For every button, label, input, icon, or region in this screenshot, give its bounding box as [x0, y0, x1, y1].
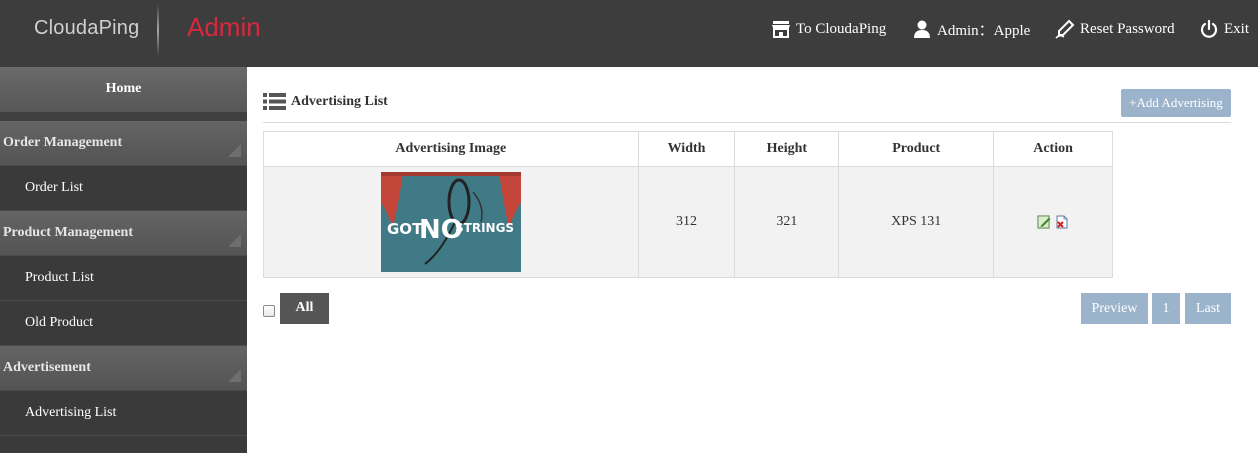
table-header-row: Advertising Image Width Height Product A… — [263, 131, 1113, 167]
ad-image-cell: GOT NO STRINGS — [263, 166, 639, 278]
column-header-width: Width — [637, 131, 736, 167]
nav-admin-user[interactable]: Admin：Apple — [912, 17, 1030, 41]
nav-label: To CloudaPing — [796, 20, 887, 37]
store-icon — [771, 19, 791, 39]
user-icon — [912, 19, 932, 39]
sidebar-item-order-list[interactable]: Order List — [0, 166, 247, 211]
width-cell: 312 — [637, 166, 736, 278]
page-title: Advertising List — [291, 94, 388, 109]
title-divider — [263, 122, 1231, 123]
main-content: Advertising List +Add Advertising Advert… — [247, 67, 1258, 453]
pagination-last-button[interactable]: Last — [1185, 293, 1231, 324]
sidebar-divider — [0, 112, 247, 121]
ad-text-got: GOT — [387, 220, 423, 238]
sidebar-section-label: Advertisement — [3, 360, 91, 375]
table-row: GOT NO STRINGS 312 321 XPS 131 — [263, 166, 1113, 278]
nav-exit[interactable]: Exit — [1199, 17, 1249, 41]
brand-logo[interactable]: CloudaPing — [34, 14, 139, 42]
ad-text-strings: STRINGS — [455, 221, 514, 235]
advertising-table: Advertising Image Width Height Product A… — [263, 131, 1113, 278]
select-all-checkbox[interactable] — [263, 305, 275, 317]
nav-label: Exit — [1224, 20, 1249, 37]
column-header-image: Advertising Image — [263, 131, 639, 167]
sidebar-section-label: Product Management — [3, 225, 133, 240]
delete-icon[interactable] — [1055, 215, 1069, 229]
sidebar: Home Order Management Order List Product… — [0, 67, 247, 453]
select-all-button[interactable]: All — [280, 293, 329, 324]
height-cell: 321 — [734, 166, 840, 278]
sidebar-home[interactable]: Home — [0, 67, 247, 112]
pen-icon — [1055, 19, 1075, 39]
column-header-product: Product — [838, 131, 995, 167]
add-advertising-button[interactable]: +Add Advertising — [1121, 89, 1231, 117]
sidebar-item-advertising-list[interactable]: Advertising List — [0, 391, 247, 436]
sidebar-section-advertisement[interactable]: Advertisement — [0, 346, 247, 391]
corner-triangle-icon — [228, 144, 241, 157]
sidebar-item-product-list[interactable]: Product List — [0, 256, 247, 301]
brand-divider — [157, 4, 159, 56]
nav-to-cloudaping[interactable]: To CloudaPing — [771, 17, 886, 41]
power-icon — [1199, 19, 1219, 39]
product-cell: XPS 131 — [838, 166, 995, 278]
admin-title: Admin — [187, 12, 261, 42]
corner-triangle-icon — [228, 369, 241, 382]
sidebar-section-order-management[interactable]: Order Management — [0, 121, 247, 166]
action-cell — [993, 166, 1113, 278]
nav-label: Reset Password — [1080, 20, 1175, 37]
sidebar-item-old-product[interactable]: Old Product — [0, 301, 247, 346]
list-icon — [263, 93, 286, 110]
advertising-image[interactable]: GOT NO STRINGS — [380, 172, 521, 272]
column-header-height: Height — [734, 131, 840, 167]
sidebar-section-label: Order Management — [3, 135, 123, 150]
sidebar-section-product-management[interactable]: Product Management — [0, 211, 247, 256]
nav-label: Admin：Apple — [937, 22, 1031, 39]
top-bar: CloudaPing Admin To CloudaPing Admin：App… — [0, 0, 1258, 67]
column-header-action: Action — [993, 131, 1113, 167]
pagination-page-button[interactable]: 1 — [1152, 293, 1180, 324]
edit-icon[interactable] — [1037, 215, 1051, 229]
pagination-prev-button[interactable]: Preview — [1081, 293, 1148, 324]
nav-reset-password[interactable]: Reset Password — [1055, 17, 1175, 41]
corner-triangle-icon — [228, 234, 241, 247]
